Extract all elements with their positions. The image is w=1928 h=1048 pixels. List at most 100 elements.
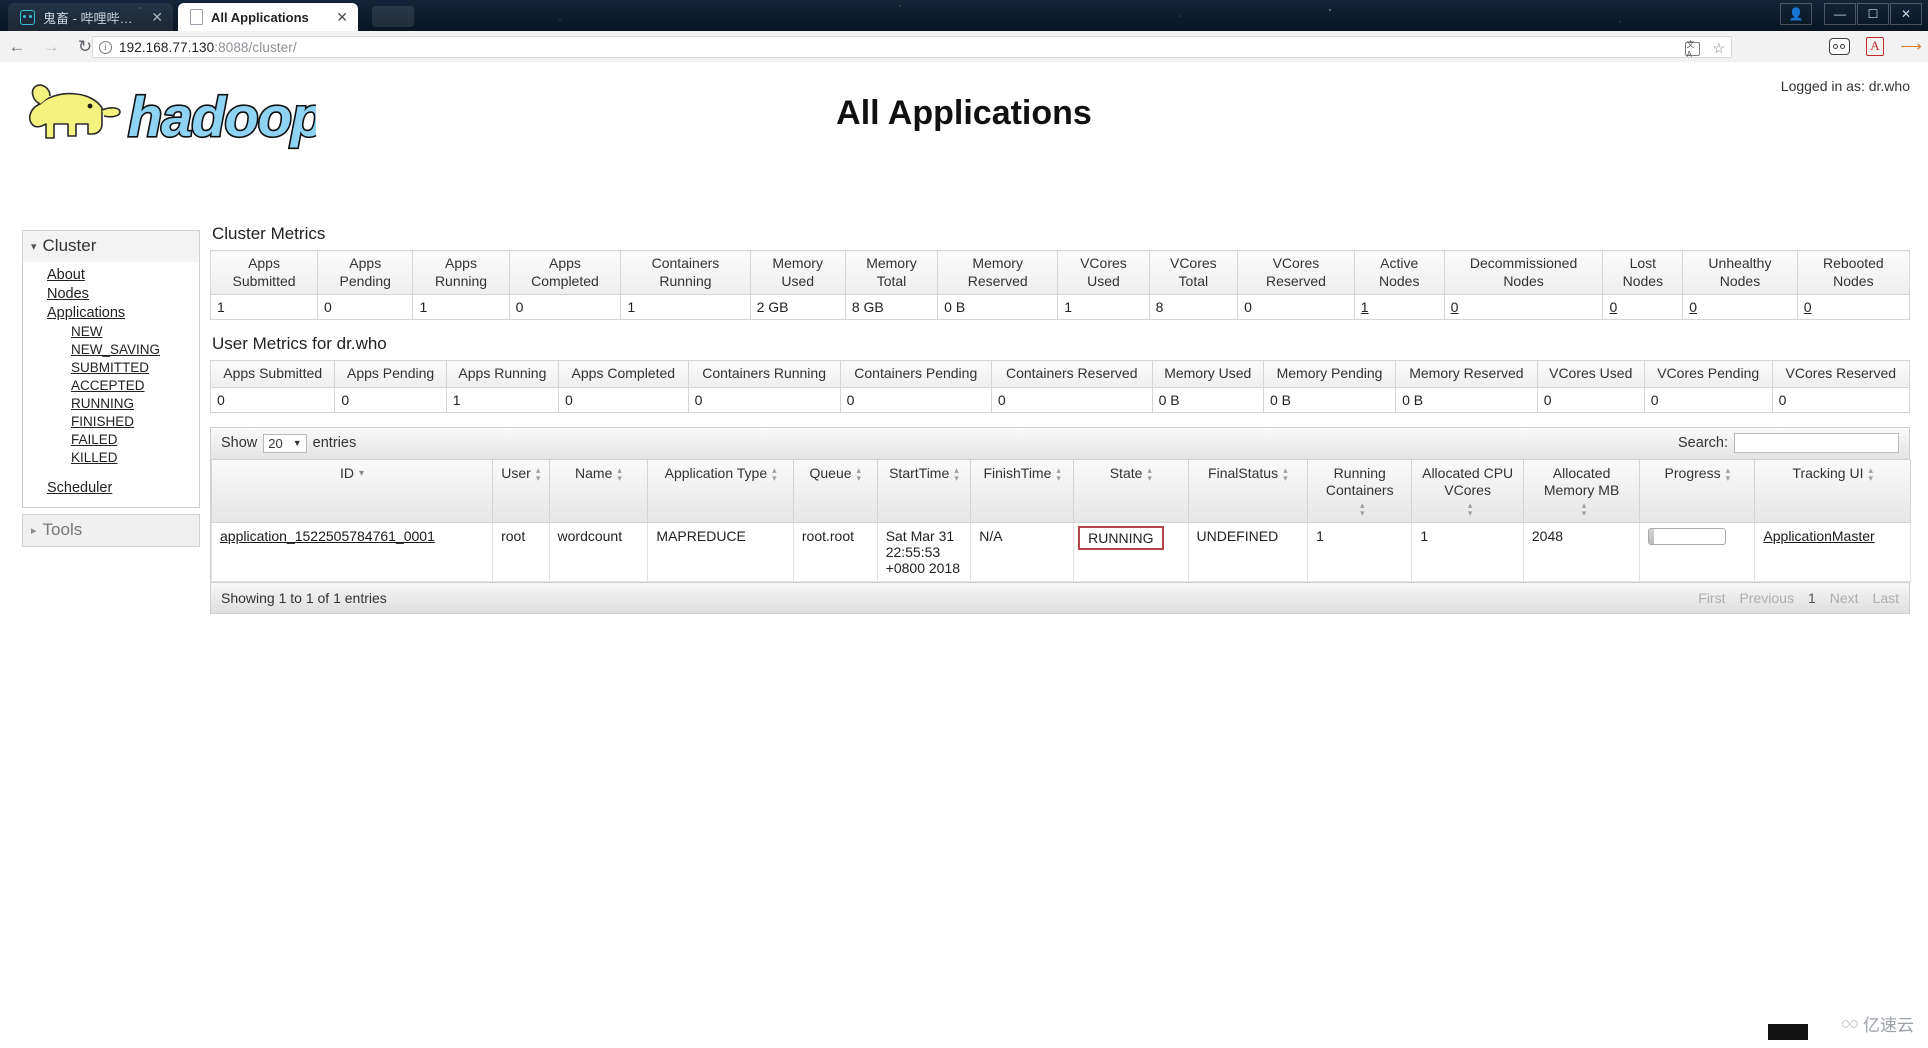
metric-link[interactable]: 0 [1451,299,1459,315]
sidebar-item-submitted[interactable]: SUBMITTED [23,358,199,376]
sidebar-item-failed[interactable]: FAILED [23,430,199,448]
column-header-name[interactable]: Name ▴ ▾ [548,459,649,523]
sidebar-item-finished[interactable]: FINISHED [23,412,199,430]
column-header: Decommissioned Nodes [1443,250,1604,295]
progress-bar-fill [1649,529,1654,544]
metric-value: 0 [317,294,414,320]
column-header-user[interactable]: User ▴ ▾ [492,459,550,523]
profile-icon[interactable]: 👤 [1780,3,1812,25]
application-id-link[interactable]: application_1522505784761_0001 [210,522,494,582]
metric-value: 0 [1643,386,1773,413]
metric-value[interactable]: 1 [1353,294,1445,320]
column-header-label: Running Containers [1325,464,1394,499]
metric-value: 0 B [937,294,1059,320]
back-icon[interactable]: ← [0,38,34,55]
table-row: 101012 GB 8 GB 0 B18010000 [209,294,1911,320]
column-header-id[interactable]: ID ▾ [210,459,494,523]
sidebar-item-applications[interactable]: Applications [23,303,199,322]
column-header-progress[interactable]: Progress ▴ ▾ [1639,459,1756,523]
column-header: Memory Reserved [1395,360,1538,388]
sidebar-item-new[interactable]: NEW [23,322,199,340]
column-header-application-type[interactable]: Application Type ▴ ▾ [647,459,794,523]
pager-next[interactable]: Next [1830,590,1859,606]
new-tab-button[interactable] [372,6,414,27]
tracking-ui-link[interactable]: ApplicationMaster [1763,528,1874,544]
pager-first[interactable]: First [1698,590,1725,606]
metric-link[interactable]: 0 [1804,299,1812,315]
page-length-select[interactable]: 20 ▼ [263,433,307,453]
sidebar-item-killed[interactable]: KILLED [23,448,199,466]
column-header: Containers Running [687,360,841,388]
pager-previous[interactable]: Previous [1739,590,1793,606]
forward-icon[interactable]: → [34,38,68,55]
cell-allocated-cpu-vcores: 1 [1411,522,1524,582]
cell-queue: root.root [792,522,878,582]
browser-tab-all-applications[interactable]: All Applications ✕ [178,3,358,31]
table-header-row: ID ▾ User ▴ ▾ Name ▴ ▾ Application Type ▴ ▾ Queue ▴ ▾… [210,459,1911,523]
column-header: Containers Running [620,250,751,295]
sidebar-item-running[interactable]: RUNNING [23,394,199,412]
search-label: Search: [1678,435,1728,451]
column-header: VCores Total [1148,250,1239,295]
translate-icon[interactable]: 文A [1685,40,1701,59]
pager-last[interactable]: Last [1873,590,1899,606]
column-header-tracking-ui[interactable]: Tracking UI ▴ ▾ [1754,459,1911,523]
maximize-button[interactable]: ☐ [1857,3,1889,25]
metric-link[interactable]: 0 [1609,299,1617,315]
pager-page-1[interactable]: 1 [1808,590,1816,606]
sidebar-section-tools[interactable]: Tools [23,515,199,546]
tracking-ui-link[interactable]: ApplicationMaster [1754,522,1911,582]
url-path: :8088/cluster/ [214,39,297,55]
column-header-queue[interactable]: Queue ▴ ▾ [792,459,878,523]
show-label: Show [221,435,258,451]
sort-both-icon: ▴ ▾ [1581,499,1587,518]
minimize-button[interactable]: — [1824,3,1856,25]
column-header-running-containers[interactable]: Running Containers ▴ ▾ [1307,459,1413,523]
bookmark-star-icon[interactable]: ☆ [1712,40,1725,57]
column-header-starttime[interactable]: StartTime ▴ ▾ [876,459,972,523]
metric-link[interactable]: 0 [1689,299,1697,315]
sidebar-item-accepted[interactable]: ACCEPTED [23,376,199,394]
column-header: Rebooted Nodes [1796,250,1911,295]
sidebar-section-cluster[interactable]: Cluster [23,231,199,262]
search-input[interactable] [1734,433,1899,453]
sidebar-panel-tools[interactable]: Tools [22,514,200,547]
cluster-metrics-table: Apps Submitted Apps Pending Apps Running Ap… [209,250,1911,320]
address-bar[interactable]: i 192.168.77.130:8088/cluster/ 文A ☆ [92,36,1732,59]
oo-extension-icon[interactable] [1828,36,1850,56]
download-arrow-icon[interactable]: ⟶ [1900,36,1922,56]
adobe-pdf-icon[interactable]: A [1864,36,1886,56]
column-header-allocated-cpu-vcores[interactable]: Allocated CPU VCores ▴ ▾ [1411,459,1524,523]
browser-tab-bilibili[interactable]: 鬼畜 - 哔哩哔哩 ( ﾟ- ﾟ)つ ✕ [8,3,173,31]
sidebar-item-scheduler[interactable]: Scheduler [23,478,199,497]
metric-value[interactable]: 0 [1682,294,1798,320]
site-info-icon[interactable]: i [99,40,112,54]
cell-running-containers: 1 [1307,522,1413,582]
close-icon[interactable]: ✕ [336,10,348,24]
close-icon[interactable]: ✕ [151,10,163,24]
sidebar-item-about[interactable]: About [23,265,199,284]
metric-link[interactable]: 1 [1361,299,1369,315]
url-host: 192.168.77.130 [119,39,215,55]
column-header-finalstatus[interactable]: FinalStatus ▴ ▾ [1187,459,1309,523]
metric-value[interactable]: 0 [1443,294,1604,320]
column-header-label: StartTime [889,464,950,481]
column-header-allocated-memory-mb[interactable]: Allocated Memory MB ▴ ▾ [1522,459,1641,523]
close-window-button[interactable]: ✕ [1890,3,1922,25]
bilibili-favicon-icon [20,9,35,25]
sort-both-icon: ▴ ▾ [535,464,541,483]
metric-value: 1 [445,386,560,413]
metric-value: 0 [508,294,622,320]
application-id-link[interactable]: application_1522505784761_0001 [220,528,435,544]
sidebar-item-nodes[interactable]: Nodes [23,284,199,303]
column-header-finishtime[interactable]: FinishTime ▴ ▾ [970,459,1075,523]
metric-value: 0 [558,386,689,413]
metric-value[interactable]: 0 [1602,294,1684,320]
metric-value: 8 GB [844,294,939,320]
sidebar-item-new-saving[interactable]: NEW_SAVING [23,340,199,358]
metric-value[interactable]: 0 [1796,294,1911,320]
column-header-state[interactable]: State ▴ ▾ [1073,459,1189,523]
metric-value: 1 [1057,294,1150,320]
column-header: Apps Running [412,250,510,295]
column-header: VCores Reserved [1771,360,1911,388]
